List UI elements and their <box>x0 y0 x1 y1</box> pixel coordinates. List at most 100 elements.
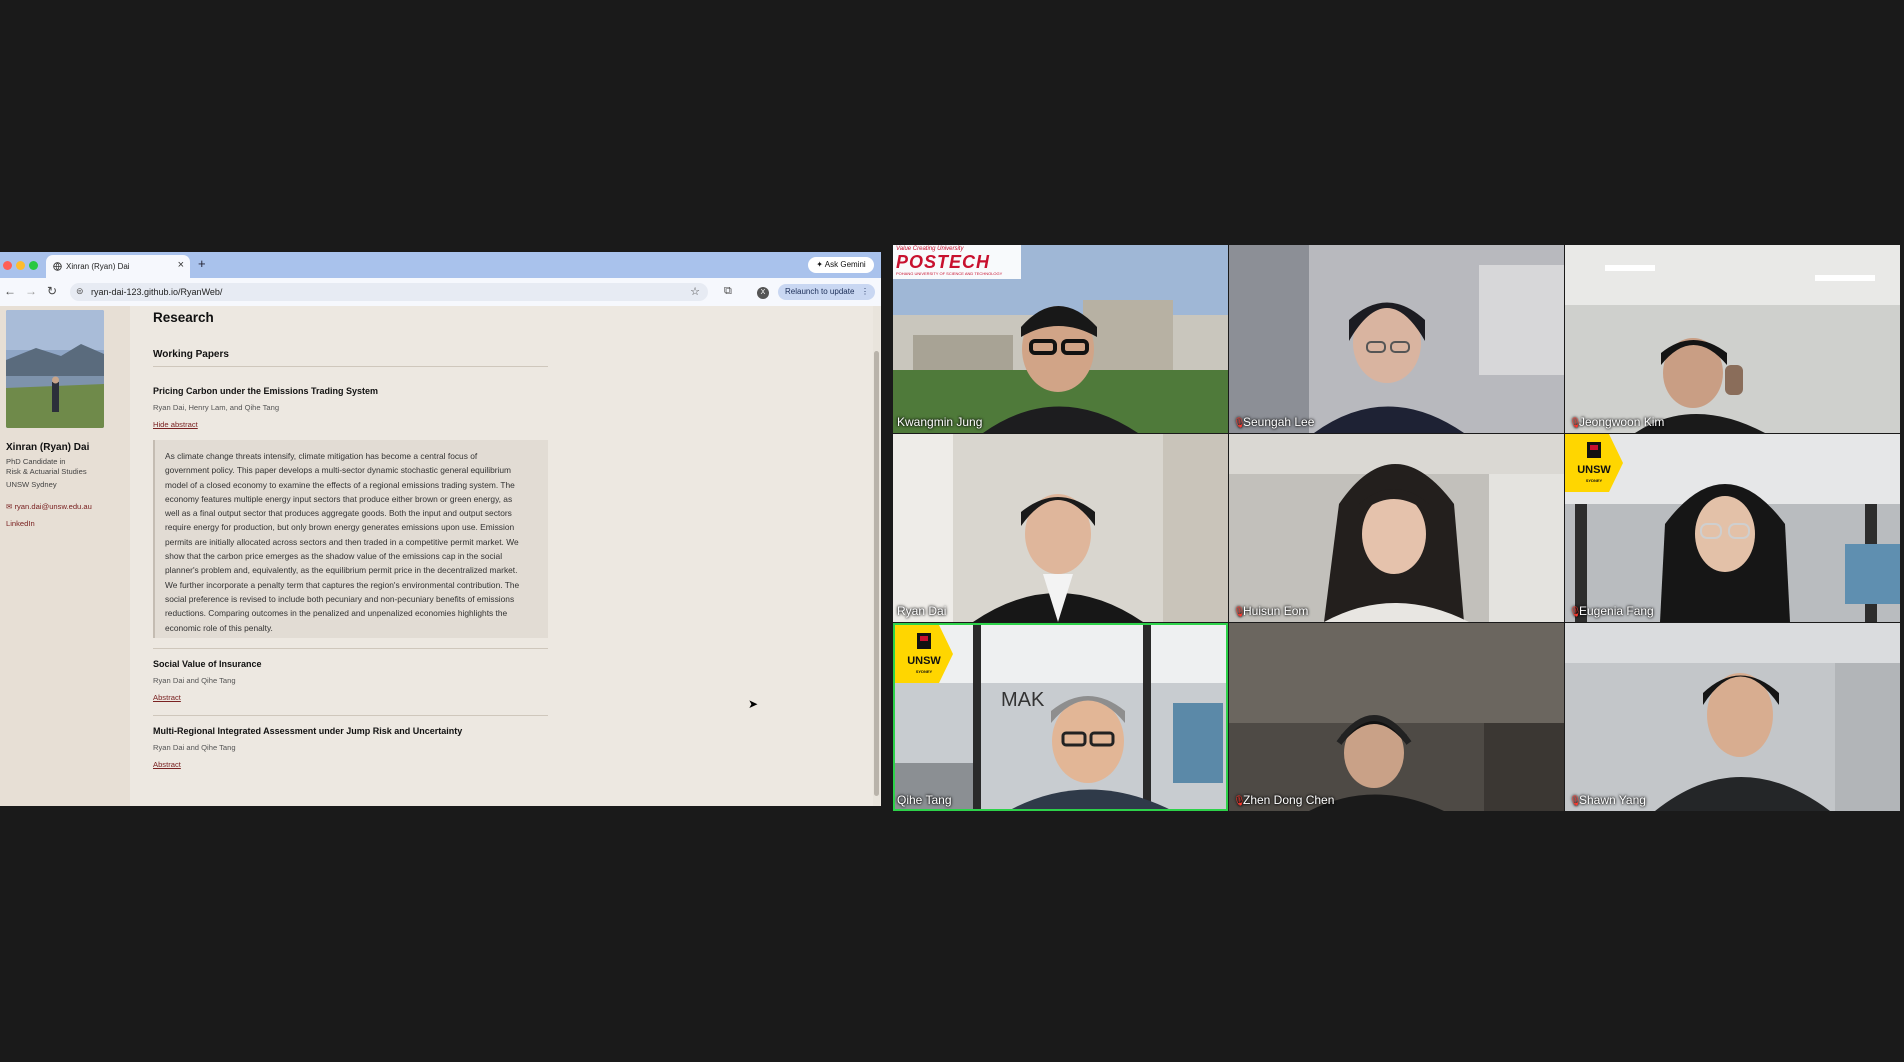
participant-video <box>893 434 1228 622</box>
mic-muted-icon: 🎙 <box>1233 796 1246 807</box>
video-tile[interactable]: 🎙Huisun Eom <box>1229 434 1564 622</box>
maximize-window-button[interactable] <box>29 261 38 270</box>
abstract-line: reductions. Comparing outcomes in the pe… <box>165 608 508 619</box>
divider <box>153 715 548 716</box>
paper-title: Pricing Carbon under the Emissions Tradi… <box>153 386 379 396</box>
paper-authors: Ryan Dai and Qihe Tang <box>153 676 236 685</box>
web-page: Xinran (Ryan) Dai PhD Candidate in Risk … <box>0 306 881 806</box>
paper-authors: Ryan Dai and Qihe Tang <box>153 743 236 752</box>
profile-institution: UNSW Sydney <box>6 480 57 489</box>
working-papers-heading: Working Papers <box>153 349 229 360</box>
paper-title: Social Value of Insurance <box>153 659 262 669</box>
paper-authors: Ryan Dai, Henry Lam, and Qihe Tang <box>153 403 280 412</box>
video-tile-active-speaker[interactable]: MAK UNSW SYDNEY Qihe Tang <box>893 623 1228 811</box>
profile-name: Xinran (Ryan) Dai <box>6 442 90 453</box>
unsw-logo-text: UNSW <box>1577 464 1611 476</box>
extensions-icon[interactable]: ⧉ <box>724 285 732 298</box>
abstract-line: show that the carbon price emerges as th… <box>165 551 503 562</box>
abstract-line: We further incorporate a penalty term th… <box>165 579 520 590</box>
unsw-logo-subtext: SYDNEY <box>1585 478 1603 483</box>
shared-browser-window: Xinran (Ryan) Dai × + ✦ Ask Gemini ← → ↻… <box>0 252 881 806</box>
tab-bar: Xinran (Ryan) Dai × + ✦ Ask Gemini <box>0 252 881 278</box>
reload-icon[interactable]: ↻ <box>47 284 57 298</box>
paper-abstract: As climate change threats intensify, cli… <box>153 440 548 638</box>
site-info-icon[interactable]: ⊜ <box>76 286 84 297</box>
video-tile[interactable]: 🎙Seungah Lee <box>1229 245 1564 433</box>
profile-avatar[interactable]: X <box>757 287 769 299</box>
close-window-button[interactable] <box>3 261 12 270</box>
participant-name: 🎙Jeongwoon Kim <box>1569 415 1665 429</box>
participant-name: 🎙Huisun Eom <box>1233 604 1309 618</box>
abstract-line: well as a final output sector that produ… <box>165 508 512 519</box>
participant-video <box>1229 245 1564 433</box>
active-speaker-border <box>893 623 1228 811</box>
abstract-line: model of a closed economy to examine the… <box>165 479 515 490</box>
video-tile[interactable]: Ryan Dai <box>893 434 1228 622</box>
new-tab-button[interactable]: + <box>198 256 206 271</box>
relaunch-button[interactable]: Relaunch to update ⋮ <box>778 284 875 300</box>
abstract-line: economic role of this penalty. <box>165 622 273 633</box>
paper-title: Multi-Regional Integrated Assessment und… <box>153 726 463 736</box>
mic-muted-icon: 🎙 <box>1569 796 1582 807</box>
abstract-line: require energy for production, but only … <box>165 522 515 533</box>
close-tab-icon[interactable]: × <box>178 259 184 271</box>
ask-gemini-label: Ask Gemini <box>824 260 866 269</box>
video-tile[interactable]: UNSW SYDNEY 🎙Eugenia Fang <box>1565 434 1900 622</box>
sparkle-icon: ✦ <box>816 260 825 269</box>
globe-icon <box>53 262 62 273</box>
video-tile[interactable]: Value Creating University POSTECH POHANG… <box>893 245 1228 433</box>
navigation-bar: ← → ↻ ⊜ ryan-dai-123.github.io/RyanWeb/ … <box>0 278 881 307</box>
back-arrow-icon[interactable]: ← <box>4 284 16 298</box>
mic-muted-icon: 🎙 <box>1233 418 1246 429</box>
participant-video <box>1565 623 1900 811</box>
participant-name: 🎙Seungah Lee <box>1233 415 1315 429</box>
scrollbar-thumb[interactable] <box>874 351 879 796</box>
participant-video <box>1229 623 1564 811</box>
postech-logo: POSTECH <box>896 252 991 272</box>
mic-muted-icon: 🎙 <box>1233 607 1246 618</box>
unsw-logo: UNSW SYDNEY <box>1565 434 1623 492</box>
participant-video <box>1229 434 1564 622</box>
tab-title: Xinran (Ryan) Dai <box>66 262 130 271</box>
video-tile[interactable]: 🎙Zhen Dong Chen <box>1229 623 1564 811</box>
bookmark-star-icon[interactable]: ☆ <box>690 285 700 298</box>
more-menu-icon[interactable]: ⋮ <box>861 284 869 300</box>
abstract-line: As climate change threats intensify, cli… <box>165 451 478 461</box>
email-link[interactable]: ✉ ryan.dai@unsw.edu.au <box>6 502 92 511</box>
mic-muted-icon: 🎙 <box>1569 607 1582 618</box>
mic-muted-icon: 🎙 <box>1569 418 1582 429</box>
profile-photo <box>6 310 104 428</box>
url-text: ryan-dai-123.github.io/RyanWeb/ <box>91 287 223 297</box>
video-tile[interactable]: 🎙Shawn Yang <box>1565 623 1900 811</box>
abstract-line: government policy. This paper develops a… <box>165 465 512 476</box>
divider <box>153 648 548 649</box>
forward-arrow-icon[interactable]: → <box>25 284 37 298</box>
video-tile[interactable]: 🎙Jeongwoon Kim <box>1565 245 1900 433</box>
ask-gemini-button[interactable]: ✦ Ask Gemini <box>808 257 874 273</box>
minimize-window-button[interactable] <box>16 261 25 270</box>
participant-name: Qihe Tang <box>897 793 952 807</box>
participant-name: 🎙Shawn Yang <box>1569 793 1646 807</box>
browser-tab[interactable]: Xinran (Ryan) Dai × <box>46 255 190 278</box>
abstract-line: planner's problem and, equivalently, as … <box>165 565 518 576</box>
abstract-link[interactable]: Abstract <box>153 693 181 702</box>
divider <box>153 366 548 367</box>
research-heading: Research <box>153 310 214 325</box>
participant-name: Ryan Dai <box>897 604 947 618</box>
hide-abstract-link[interactable]: Hide abstract <box>153 420 198 429</box>
participant-name: 🎙Zhen Dong Chen <box>1233 793 1335 807</box>
linkedin-link[interactable]: LinkedIn <box>6 519 35 528</box>
abstract-line: social preference is revised to include … <box>165 593 515 604</box>
profile-sidebar: Xinran (Ryan) Dai PhD Candidate in Risk … <box>0 306 130 806</box>
participant-name: Kwangmin Jung <box>897 415 983 429</box>
abstract-line: permits are initially allocated across s… <box>165 536 519 547</box>
participant-name: 🎙Eugenia Fang <box>1569 604 1654 618</box>
address-bar[interactable]: ⊜ ryan-dai-123.github.io/RyanWeb/ ☆ <box>70 283 708 301</box>
postech-subtitle: POHANG UNIVERSITY OF SCIENCE AND TECHNOL… <box>896 271 1003 276</box>
profile-role-line1: PhD Candidate in <box>6 457 66 466</box>
relaunch-label: Relaunch to update <box>785 287 855 296</box>
abstract-line: economy features multiple energy input s… <box>165 493 513 504</box>
profile-role-line2: Risk & Actuarial Studies <box>6 467 87 476</box>
mouse-cursor-icon: ➤ <box>748 697 759 711</box>
abstract-link[interactable]: Abstract <box>153 760 181 769</box>
